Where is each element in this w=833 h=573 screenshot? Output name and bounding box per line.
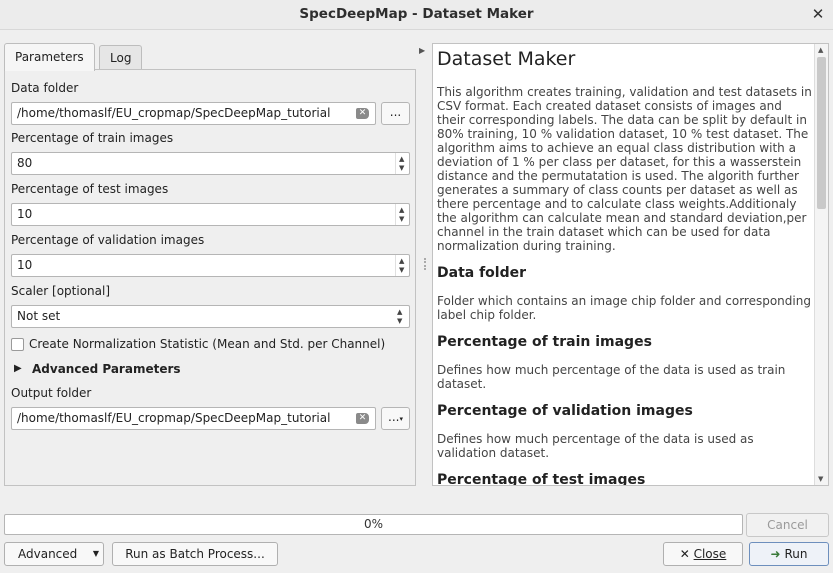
close-window-icon[interactable]: ✕: [807, 4, 829, 26]
scaler-value: Not set: [17, 309, 61, 323]
normalization-checkbox[interactable]: [11, 338, 24, 351]
scroll-up-icon[interactable]: ▲: [818, 46, 823, 54]
help-scrollbar[interactable]: ▲ ▼: [814, 44, 828, 485]
help-title: Dataset Maker: [437, 48, 576, 70]
help-heading-data-folder: Data folder: [437, 265, 527, 281]
train-percentage-value: 80: [17, 156, 33, 170]
run-icon: ➜: [770, 547, 781, 561]
chevron-updown-icon: ▲ ▼: [397, 308, 403, 325]
advanced-parameters-toggle[interactable]: Advanced Parameters: [32, 362, 181, 376]
validation-percentage-label: Percentage of validation images: [11, 233, 205, 247]
progress-text: 0%: [363, 517, 384, 531]
validation-percentage-spinbox[interactable]: 10 ▲ ▼: [11, 254, 410, 277]
clear-data-folder-icon[interactable]: ✕: [356, 108, 369, 119]
scroll-down-icon[interactable]: ▼: [818, 475, 823, 483]
data-folder-label: Data folder: [11, 81, 79, 95]
train-percentage-spinbox[interactable]: 80 ▲ ▼: [11, 152, 410, 175]
splitter-handle[interactable]: [424, 258, 426, 270]
tab-parameters[interactable]: Parameters: [4, 43, 95, 71]
data-folder-value: /home/thomaslf/EU_cropmap/SpecDeepMap_tu…: [17, 106, 331, 120]
advanced-dropdown-button[interactable]: Advanced ▼: [4, 542, 104, 566]
dropdown-arrow-icon: ▾: [399, 415, 403, 423]
train-spin-buttons[interactable]: ▲ ▼: [395, 153, 409, 174]
title-bar: SpecDeepMap - Dataset Maker ✕: [0, 0, 833, 30]
help-intro: This algorithm creates training, validat…: [437, 85, 812, 253]
parameters-panel: Data folder /home/thomaslf/EU_cropmap/Sp…: [4, 69, 416, 486]
data-folder-browse-button[interactable]: ...: [381, 102, 410, 125]
help-heading-validation: Percentage of validation images: [437, 403, 693, 419]
validation-spin-buttons[interactable]: ▲ ▼: [395, 255, 409, 276]
data-folder-input[interactable]: /home/thomaslf/EU_cropmap/SpecDeepMap_tu…: [11, 102, 376, 125]
progress-bar: 0%: [4, 514, 743, 535]
output-folder-input[interactable]: /home/thomaslf/EU_cropmap/SpecDeepMap_tu…: [11, 407, 376, 430]
expand-arrow-icon[interactable]: ▶: [14, 363, 22, 374]
normalization-label[interactable]: Create Normalization Statistic (Mean and…: [29, 337, 385, 351]
window-title: SpecDeepMap - Dataset Maker: [299, 6, 534, 22]
scaler-select[interactable]: Not set ▲ ▼: [11, 305, 410, 328]
scrollbar-thumb[interactable]: [817, 57, 826, 209]
help-heading-test: Percentage of test images: [437, 472, 646, 486]
dropdown-arrow-icon: ▼: [92, 549, 99, 558]
collapse-help-arrow-icon[interactable]: ▶: [419, 46, 425, 55]
close-button[interactable]: ✕ Close: [663, 542, 743, 566]
validation-percentage-value: 10: [17, 258, 33, 272]
clear-output-folder-icon[interactable]: ✕: [356, 413, 369, 424]
help-text-data-folder: Folder which contains an image chip fold…: [437, 294, 811, 322]
advanced-button-label: Advanced: [18, 547, 78, 561]
run-button[interactable]: ➜ Run: [749, 542, 829, 566]
help-text-validation: Defines how much percentage of the data …: [437, 432, 754, 460]
help-text-train: Defines how much percentage of the data …: [437, 363, 786, 391]
run-batch-button[interactable]: Run as Batch Process...: [112, 542, 278, 566]
test-percentage-label: Percentage of test images: [11, 182, 169, 196]
close-icon: ✕: [679, 547, 690, 561]
output-folder-browse-label: ...: [388, 410, 400, 424]
test-percentage-value: 10: [17, 207, 33, 221]
scaler-label: Scaler [optional]: [11, 284, 111, 298]
cancel-button[interactable]: Cancel: [746, 513, 829, 537]
train-percentage-label: Percentage of train images: [11, 131, 174, 145]
help-heading-train: Percentage of train images: [437, 334, 652, 350]
test-percentage-spinbox[interactable]: 10 ▲ ▼: [11, 203, 410, 226]
help-content: Dataset Maker This algorithm creates tra…: [437, 46, 812, 486]
help-panel: Dataset Maker This algorithm creates tra…: [432, 43, 829, 486]
test-spin-buttons[interactable]: ▲ ▼: [395, 204, 409, 225]
close-button-label: Close: [693, 547, 727, 561]
tab-log[interactable]: Log: [99, 45, 143, 70]
output-folder-label: Output folder: [11, 386, 92, 400]
run-button-label: Run: [784, 547, 808, 561]
output-folder-value: /home/thomaslf/EU_cropmap/SpecDeepMap_tu…: [17, 411, 331, 425]
output-folder-browse-button[interactable]: ...▾: [381, 407, 410, 430]
